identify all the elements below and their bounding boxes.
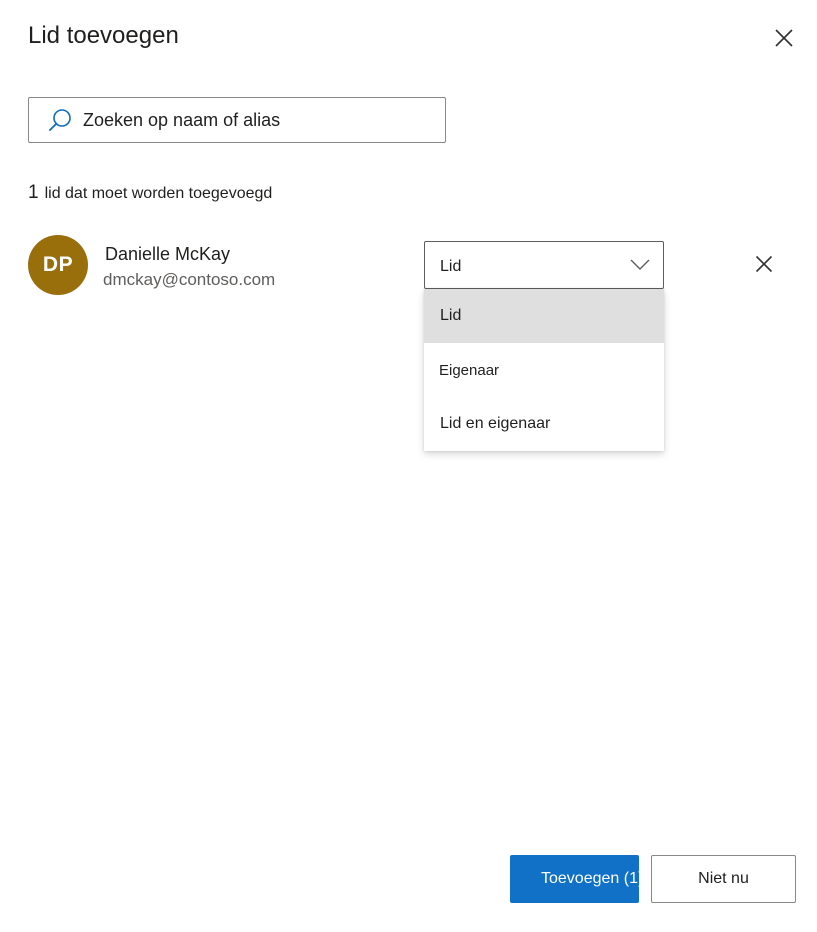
- role-dropdown-value: Lid: [440, 258, 462, 275]
- members-count: 1: [28, 182, 39, 203]
- search-box[interactable]: [28, 97, 446, 143]
- remove-member-button[interactable]: [750, 250, 778, 278]
- close-icon: [755, 255, 773, 273]
- role-dropdown[interactable]: Lid: [424, 241, 664, 289]
- role-option-eigenaar[interactable]: Eigenaar: [424, 343, 664, 397]
- close-icon: [775, 29, 793, 47]
- close-dialog-button[interactable]: [770, 24, 798, 52]
- members-to-add-summary: 1 lid dat moet worden toegevoegd: [28, 182, 272, 204]
- chevron-down-icon: [629, 254, 651, 276]
- search-icon: [47, 107, 73, 133]
- not-now-button[interactable]: Niet nu: [651, 855, 796, 903]
- members-count-label: lid dat moet worden toegevoegd: [44, 185, 273, 202]
- role-option-lid-en-eigenaar[interactable]: Lid en eigenaar: [424, 397, 664, 451]
- member-name: Danielle McKay: [105, 244, 231, 264]
- dialog-title: Lid toevoegen: [28, 22, 179, 49]
- add-button[interactable]: Toevoegen (1): [510, 855, 639, 903]
- add-member-dialog: Lid toevoegen 1 lid dat moet worden toege…: [0, 0, 817, 932]
- role-option-lid[interactable]: Lid: [424, 289, 664, 343]
- member-email: dmckay@contoso.com: [103, 270, 276, 289]
- role-dropdown-menu: Lid Eigenaar Lid en eigenaar: [424, 289, 664, 451]
- member-row: DP Danielle McKay dmckay@contoso.com: [28, 235, 788, 295]
- avatar: DP: [28, 235, 88, 295]
- search-input[interactable]: [83, 109, 423, 131]
